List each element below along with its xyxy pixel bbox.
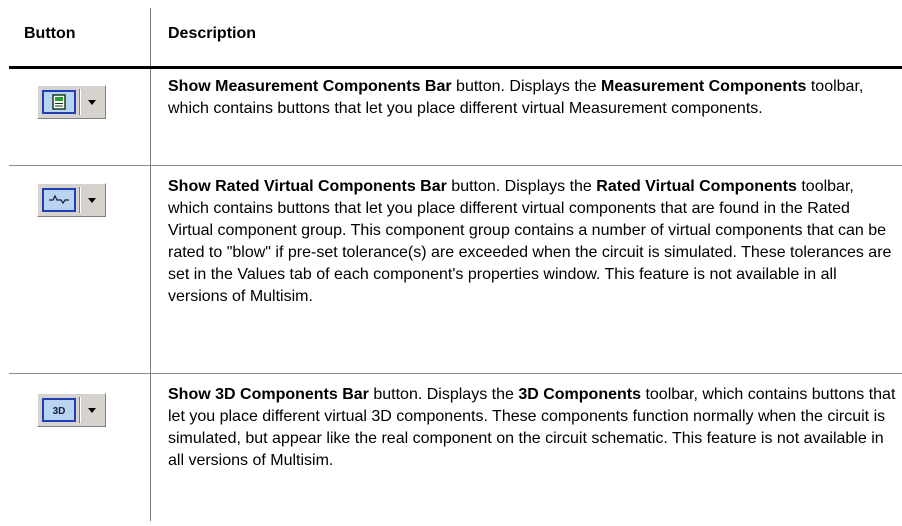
dropdown-arrow-icon[interactable] (88, 198, 96, 203)
measurement-components-icon (42, 90, 76, 114)
rated-virtual-components-icon (42, 188, 76, 212)
row-divider (9, 373, 902, 374)
icon-label: 3D (53, 406, 66, 417)
header-button: Button (24, 25, 76, 42)
dropdown-arrow-icon[interactable] (88, 408, 96, 413)
show-rated-virtual-components-bar-button[interactable] (37, 183, 106, 217)
bold-term: Measurement Components (601, 78, 807, 95)
bold-term: Show Measurement Components Bar (168, 78, 452, 95)
show-measurement-components-bar-button[interactable] (37, 85, 106, 119)
column-divider (150, 8, 151, 521)
row-description: Show 3D Components Bar button. Displays … (168, 384, 896, 472)
dropdown-arrow-icon[interactable] (88, 100, 96, 105)
row-description: Show Rated Virtual Components Bar button… (168, 176, 896, 308)
header-description: Description (168, 25, 257, 42)
bold-term: Rated Virtual Components (596, 178, 797, 195)
row-divider (9, 165, 902, 166)
header-rule (9, 66, 902, 69)
row-description: Show Measurement Components Bar button. … (168, 76, 896, 120)
description-text: button. Displays the (368, 386, 519, 403)
description-text: toolbar, which contains buttons that let… (168, 178, 892, 305)
bold-term: 3D Components (518, 386, 641, 403)
button-separator (80, 397, 81, 423)
button-separator (80, 187, 81, 213)
button-separator (80, 89, 81, 115)
bold-term: Show Rated Virtual Components Bar (168, 178, 447, 195)
show-3d-components-bar-button[interactable]: 3D (37, 393, 106, 427)
description-text: button. Displays the (446, 178, 597, 195)
3d-components-icon: 3D (42, 398, 76, 422)
description-text: button. Displays the (451, 78, 602, 95)
bold-term: Show 3D Components Bar (168, 386, 369, 403)
